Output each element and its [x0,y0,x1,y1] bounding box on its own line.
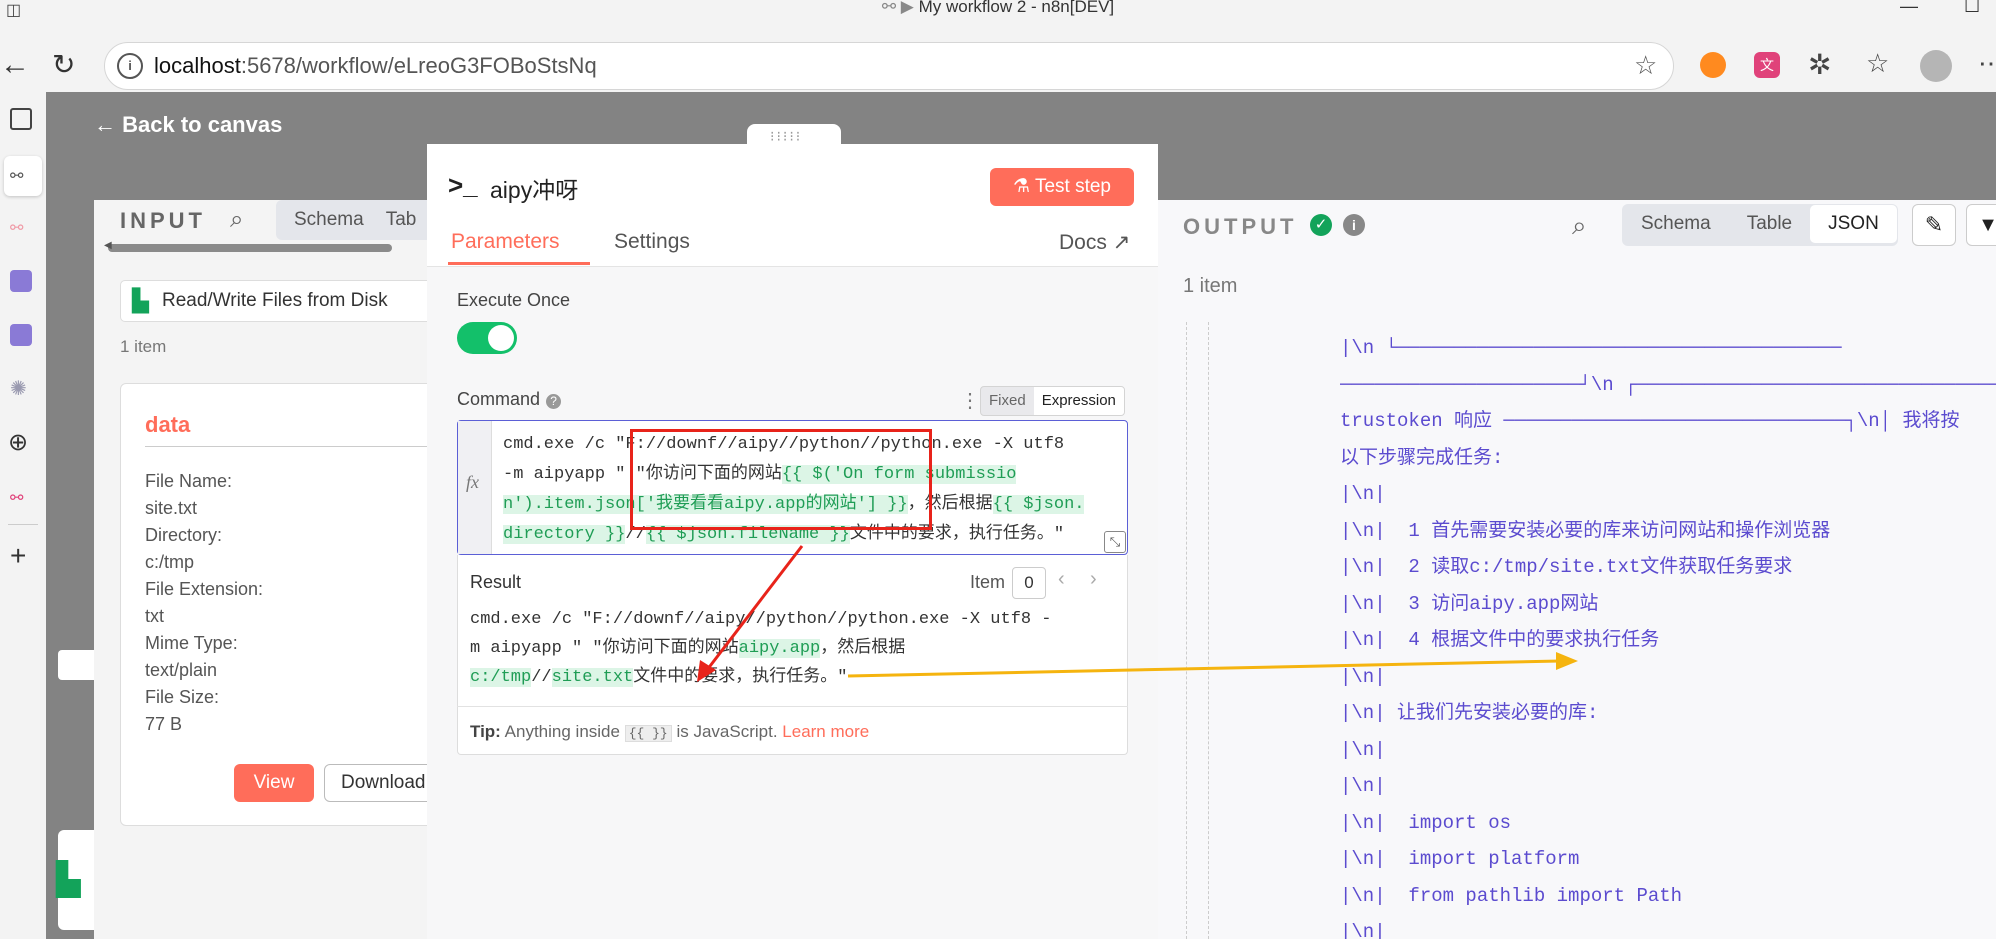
annotation-red-arrow-line [705,545,804,671]
annotation-yellow-arrow-head [1556,652,1578,670]
annotation-arrows [697,545,1578,682]
annotation-yellow-arrow-line [847,659,1561,678]
